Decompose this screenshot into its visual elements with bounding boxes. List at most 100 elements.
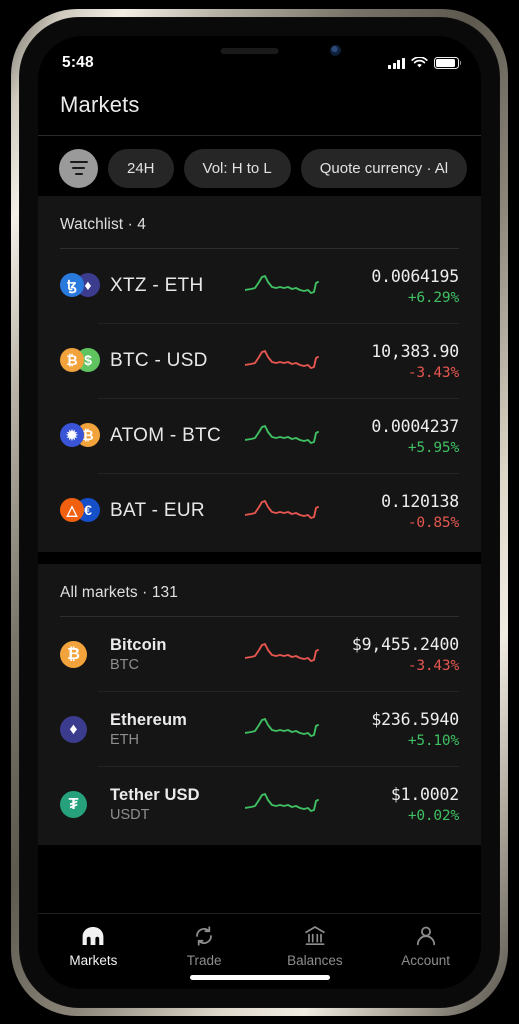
- coin-icon-eth: ♦: [60, 716, 87, 743]
- coin-symbol: USDT: [110, 806, 150, 823]
- filter-icon: [69, 160, 88, 176]
- quote-values: 0.0004237 +5.95%: [327, 417, 459, 456]
- wifi-icon: [411, 57, 428, 68]
- screenshot-root: 5:48 Markets 24H Vol: H to L Quote curre…: [0, 0, 519, 1024]
- bank-building-icon: [303, 924, 327, 947]
- coin-name-wrap: Ethereum ETH: [106, 711, 245, 748]
- all-markets-title: All markets · 131: [60, 584, 178, 601]
- quote-values: 0.0064195 +6.29%: [327, 267, 459, 306]
- app-header: Markets: [38, 80, 481, 136]
- coin-name: Ethereum: [110, 710, 187, 729]
- pair-name-wrap: ATOM - BTC: [106, 425, 245, 447]
- status-indicators: [388, 57, 462, 69]
- watchlist-card: Watchlist · 4 ꜩ ♦ XTZ - ETH 0.0064195 +6…: [38, 196, 481, 552]
- pair-icons: ✹ ₿: [60, 423, 106, 449]
- coin-icon-btc: ₿: [60, 348, 84, 372]
- price-value: 0.120138: [381, 491, 459, 511]
- tab-balances[interactable]: Balances: [260, 924, 371, 968]
- coin-icon-bat: △: [60, 498, 84, 522]
- tab-account-label: Account: [401, 953, 451, 968]
- pair-name-wrap: BTC - USD: [106, 350, 245, 372]
- page-title: Markets: [60, 92, 140, 117]
- all-markets-card: All markets · 131 ₿ Bitcoin BTC $9,455.2…: [38, 564, 481, 845]
- coin-symbol: BTC: [110, 656, 139, 673]
- coin-icon-wrap: ₮: [60, 791, 106, 818]
- chip-quote-currency-label: Quote currency · Al: [319, 159, 449, 177]
- pair-label: BAT - EUR: [110, 500, 205, 521]
- quote-values: 10,383.90 -3.43%: [327, 342, 459, 381]
- quote-values: $1.0002 +0.02%: [327, 785, 459, 824]
- coin-name: Tether USD: [110, 785, 200, 804]
- quote-values: $9,455.2400 -3.43%: [327, 635, 459, 674]
- tab-trade[interactable]: Trade: [149, 924, 260, 968]
- refresh-arrows-icon: [193, 924, 215, 947]
- watchlist-row-xtz-eth[interactable]: ꜩ ♦ XTZ - ETH 0.0064195 +6.29%: [38, 249, 481, 323]
- pair-label: ATOM - BTC: [110, 425, 222, 446]
- chip-timeframe[interactable]: 24H: [108, 148, 174, 188]
- chip-quote-currency[interactable]: Quote currency · Al: [300, 148, 468, 188]
- sparkline-chart-down: [245, 494, 321, 528]
- pair-name-wrap: BAT - EUR: [106, 500, 245, 522]
- pair-name-wrap: XTZ - ETH: [106, 275, 245, 297]
- filter-button[interactable]: [59, 148, 98, 188]
- watchlist-title: Watchlist · 4: [60, 216, 146, 233]
- tab-balances-label: Balances: [287, 953, 343, 968]
- watchlist-row-btc-usd[interactable]: ₿ $ BTC - USD 10,383.90 -3.43%: [38, 324, 481, 398]
- pair-icons: ₿ $: [60, 348, 106, 374]
- chip-volume-sort[interactable]: Vol: H to L: [183, 148, 291, 188]
- pair-label: XTZ - ETH: [110, 275, 204, 296]
- sparkline-chart-up: [245, 269, 321, 303]
- coin-icon-wrap: ♦: [60, 716, 106, 743]
- coin-icon-wrap: ₿: [60, 641, 106, 668]
- tab-account[interactable]: Account: [370, 924, 481, 968]
- chip-timeframe-label: 24H: [127, 159, 155, 177]
- coin-icon-usdt: ₮: [60, 791, 87, 818]
- market-row-ethereum[interactable]: ♦ Ethereum ETH $236.5940 +5.10%: [38, 692, 481, 766]
- sparkline-chart-up: [245, 712, 321, 746]
- tab-trade-label: Trade: [186, 953, 222, 968]
- price-value: 0.0004237: [371, 416, 459, 436]
- header-divider: [38, 135, 481, 136]
- sparkline-chart-up: [245, 787, 321, 821]
- pair-label: BTC - USD: [110, 350, 208, 371]
- coin-name: Bitcoin: [110, 635, 167, 654]
- tab-markets[interactable]: Markets: [38, 924, 149, 968]
- phone-screen: 5:48 Markets 24H Vol: H to L Quote curre…: [38, 36, 481, 989]
- market-row-bitcoin[interactable]: ₿ Bitcoin BTC $9,455.2400 -3.43%: [38, 617, 481, 691]
- coin-symbol: ETH: [110, 731, 139, 748]
- change-percent: +6.29%: [407, 289, 459, 306]
- pair-icons: △ €: [60, 498, 106, 524]
- price-value: $1.0002: [390, 784, 459, 804]
- change-percent: +5.10%: [407, 732, 459, 749]
- market-row-tether[interactable]: ₮ Tether USD USDT $1.0002 +0.02%: [38, 767, 481, 841]
- person-icon: [415, 924, 437, 947]
- tab-markets-label: Markets: [69, 953, 118, 968]
- notch: [152, 36, 367, 67]
- coin-icon-btc: ₿: [60, 641, 87, 668]
- change-percent: -3.43%: [407, 364, 459, 381]
- watchlist-row-bat-eur[interactable]: △ € BAT - EUR 0.120138 -0.85%: [38, 474, 481, 548]
- pair-icons: ꜩ ♦: [60, 273, 106, 299]
- sparkline-chart-down: [245, 344, 321, 378]
- cellular-signal-icon: [388, 57, 405, 69]
- markets-scroll-area[interactable]: Watchlist · 4 ꜩ ♦ XTZ - ETH 0.0064195 +6…: [38, 196, 481, 913]
- coin-name-wrap: Tether USD USDT: [106, 786, 245, 823]
- status-time: 5:48: [62, 54, 94, 71]
- coin-icon-atom: ✹: [60, 423, 84, 447]
- coin-icon-xtz: ꜩ: [60, 273, 84, 297]
- front-camera-icon: [329, 45, 341, 56]
- earpiece-speaker-icon: [220, 48, 279, 54]
- price-value: 10,383.90: [371, 341, 459, 361]
- home-indicator[interactable]: [189, 975, 330, 980]
- coin-name-wrap: Bitcoin BTC: [106, 636, 245, 673]
- sparkline-chart-up: [245, 419, 321, 453]
- change-percent: -3.43%: [407, 657, 459, 674]
- quote-values: 0.120138 -0.85%: [327, 492, 459, 531]
- kraken-logo-icon: [80, 924, 106, 947]
- watchlist-row-atom-btc[interactable]: ✹ ₿ ATOM - BTC 0.0004237 +5.95%: [38, 399, 481, 473]
- change-percent: +5.95%: [407, 439, 459, 456]
- chip-volume-sort-label: Vol: H to L: [202, 159, 272, 177]
- price-value: $9,455.2400: [351, 634, 459, 654]
- change-percent: +0.02%: [407, 807, 459, 824]
- filter-chip-row[interactable]: 24H Vol: H to L Quote currency · Al: [38, 140, 481, 196]
